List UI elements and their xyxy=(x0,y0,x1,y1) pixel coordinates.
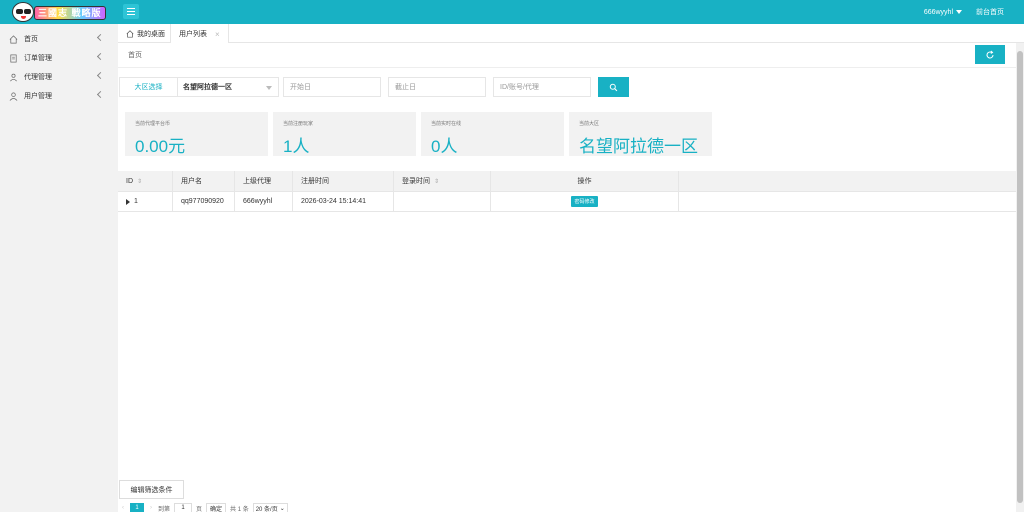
sidebar-item-home[interactable]: 首页 xyxy=(0,30,118,48)
main-content: 首页 大区选择 名望阿拉德一区 开始日 截止日 ID/账号/代理 当前代理平台币… xyxy=(118,43,1016,512)
tab-label: 用户列表 xyxy=(179,31,207,38)
logo-text: 三國志 戰略版 xyxy=(34,6,106,20)
home-icon xyxy=(9,34,18,43)
table-header: ID ⇕ 用户名 上级代理 注册时间 登录时间 ⇕ 操作 xyxy=(118,171,1016,192)
caret-down-icon xyxy=(956,10,962,14)
col-header-username: 用户名 xyxy=(173,171,235,191)
stat-value: 0人 xyxy=(431,137,458,156)
prev-page-icon[interactable]: ‹ xyxy=(122,505,124,511)
tab-my-desktop[interactable]: 我的桌面 xyxy=(118,24,173,43)
id-search-input[interactable]: ID/账号/代理 xyxy=(493,77,591,97)
cell-agent: 666wyyhl xyxy=(235,192,293,211)
chevron-left-icon xyxy=(96,71,105,80)
stat-card-online: 当前实时在线 0人 xyxy=(421,112,564,156)
region-select[interactable]: 名望阿拉德一区 xyxy=(177,77,279,97)
expand-icon[interactable] xyxy=(126,198,130,205)
logo-mascot xyxy=(12,2,34,22)
stat-value: 1人 xyxy=(283,137,310,156)
cell-id: 1 xyxy=(118,192,173,211)
caret-down-icon xyxy=(266,86,272,90)
goto-label: 到第 xyxy=(158,506,171,512)
search-icon xyxy=(609,83,618,91)
stat-label: 当前实时在线 xyxy=(431,121,462,127)
home-link[interactable]: 前台首页 xyxy=(976,7,1004,17)
tab-bar: 我的桌面 用户列表 × xyxy=(118,24,1024,44)
region-select-value: 名望阿拉德一区 xyxy=(183,84,232,91)
chevron-left-icon xyxy=(96,33,105,42)
stat-label: 当前注册玩家 xyxy=(283,121,314,127)
search-button[interactable] xyxy=(598,77,629,97)
total-count: 共 1 条 xyxy=(230,506,249,512)
header-right: 666wyyhl 前台首页 xyxy=(924,0,1004,24)
goto-confirm-button[interactable]: 确定 xyxy=(206,503,227,512)
page-size-select[interactable]: 20 条/页 ⌄ xyxy=(252,503,288,512)
order-icon xyxy=(10,54,17,62)
sort-icon[interactable]: ⇕ xyxy=(137,178,142,185)
edit-filters-button[interactable]: 编辑筛选条件 xyxy=(119,480,184,499)
top-bar: 三國志 戰略版 666wyyhl 前台首页 xyxy=(0,0,1024,24)
agent-icon xyxy=(10,73,17,81)
col-header-id[interactable]: ID ⇕ xyxy=(118,171,173,191)
stat-card-region: 当前大区 名望阿拉德一区 xyxy=(569,112,712,156)
stat-value: 0.00元 xyxy=(135,137,186,156)
end-date-input[interactable]: 截止日 xyxy=(388,77,486,97)
stat-label: 当前大区 xyxy=(579,121,600,127)
chevron-down-icon: ⌄ xyxy=(279,505,285,512)
page-unit: 页 xyxy=(196,506,203,512)
goto-page-input[interactable]: 1 xyxy=(174,503,193,512)
sidebar-item-label: 代理管理 xyxy=(24,74,52,81)
close-icon[interactable]: × xyxy=(215,30,220,39)
scrollbar-thumb[interactable] xyxy=(1017,51,1023,503)
stat-card-balance: 当前代理平台币 0.00元 xyxy=(125,112,268,156)
cell-reg-time: 2026-03-24 15:14:41 xyxy=(293,192,394,211)
col-header-agent: 上级代理 xyxy=(235,171,293,191)
col-header-actions: 操作 xyxy=(491,171,679,191)
chevron-left-icon xyxy=(96,52,105,61)
next-page-icon[interactable]: › xyxy=(150,505,152,511)
user-menu[interactable]: 666wyyhl xyxy=(924,9,962,16)
start-date-input[interactable]: 开始日 xyxy=(283,77,381,97)
stat-card-registered: 当前注册玩家 1人 xyxy=(273,112,416,156)
cell-actions: 密码修改 xyxy=(491,192,679,211)
region-label: 大区选择 xyxy=(119,77,177,97)
pagination: ‹ 1 › 到第 1 页 确定 共 1 条 20 条/页 ⌄ xyxy=(122,503,288,512)
stat-value: 名望阿拉德一区 xyxy=(579,137,698,156)
sidebar-item-label: 首页 xyxy=(24,36,38,43)
stat-label: 当前代理平台币 xyxy=(135,121,171,127)
home-icon xyxy=(126,29,134,38)
change-password-button[interactable]: 密码修改 xyxy=(571,196,598,207)
tab-user-list[interactable]: 用户列表 × xyxy=(170,24,229,44)
page-current[interactable]: 1 xyxy=(130,503,144,512)
sidebar-item-label: 用户管理 xyxy=(24,93,52,100)
tab-label: 我的桌面 xyxy=(137,30,165,38)
logo[interactable]: 三國志 戰略版 xyxy=(12,2,112,22)
sidebar-item-orders[interactable]: 订单管理 xyxy=(0,49,118,67)
col-header-reg-time: 注册时间 xyxy=(293,171,394,191)
sidebar-item-users[interactable]: 用户管理 xyxy=(0,87,118,105)
sidebar-item-agents[interactable]: 代理管理 xyxy=(0,68,118,86)
cell-username: qq977090920 xyxy=(173,192,235,211)
refresh-button[interactable] xyxy=(975,45,1005,64)
breadcrumb[interactable]: 首页 xyxy=(128,50,142,60)
table-row: 1 qq977090920 666wyyhl 2026-03-24 15:14:… xyxy=(118,192,1016,212)
sidebar: 首页 订单管理 代理管理 用户管理 xyxy=(0,24,118,512)
sort-icon[interactable]: ⇕ xyxy=(434,178,439,185)
chevron-left-icon xyxy=(96,90,105,99)
hamburger-icon[interactable] xyxy=(123,4,139,19)
refresh-icon xyxy=(986,50,994,58)
col-header-login-time[interactable]: 登录时间 ⇕ xyxy=(394,171,491,191)
scrollbar[interactable] xyxy=(1016,43,1024,512)
breadcrumb-row: 首页 xyxy=(118,43,1016,68)
username: 666wyyhl xyxy=(923,8,953,16)
cell-login-time xyxy=(394,192,491,211)
user-icon xyxy=(9,92,18,101)
sidebar-item-label: 订单管理 xyxy=(24,55,52,62)
